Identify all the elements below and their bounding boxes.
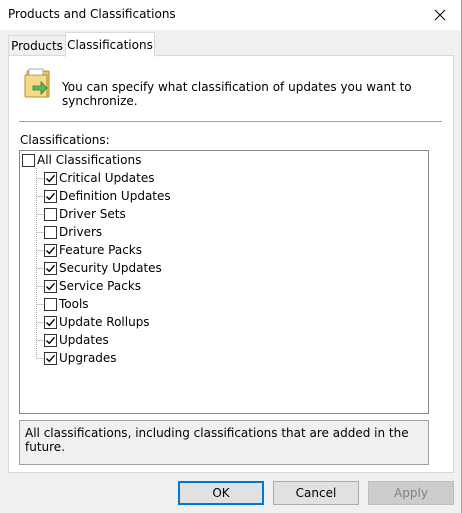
description-text: All classifications, including classific… xyxy=(25,426,409,454)
checkmark-icon xyxy=(46,354,56,362)
checkbox-drivers[interactable] xyxy=(44,225,57,239)
apply-button[interactable]: Apply xyxy=(368,481,454,505)
checkbox-tools[interactable] xyxy=(44,297,57,311)
tab-products-label: Products xyxy=(11,39,63,53)
tree-item-label: Critical Updates xyxy=(59,171,155,185)
tab-classifications[interactable]: Classifications xyxy=(65,32,155,57)
checkbox-all-classifications[interactable] xyxy=(22,153,35,167)
tree-item-label: Tools xyxy=(59,297,89,311)
checkbox-update-rollups[interactable] xyxy=(44,315,57,329)
checkbox-driver-sets[interactable] xyxy=(44,207,57,221)
checkmark-icon xyxy=(46,318,56,326)
cancel-button-label: Cancel xyxy=(295,486,337,500)
tree-root-row[interactable]: All Classifications xyxy=(22,151,141,169)
tree-item-label: Update Rollups xyxy=(59,315,150,329)
tree-item-definition-updates[interactable]: Definition Updates xyxy=(44,187,171,205)
checkmark-icon xyxy=(46,336,56,344)
tree-item-label: Updates xyxy=(59,333,109,347)
tree-item-update-rollups[interactable]: Update Rollups xyxy=(44,313,150,331)
checkmark-icon xyxy=(46,282,56,290)
tree-item-label: Security Updates xyxy=(59,261,162,275)
separator xyxy=(19,121,442,122)
checkmark-icon xyxy=(46,174,56,182)
tab-products[interactable]: Products xyxy=(8,35,66,56)
tree-root-label: All Classifications xyxy=(37,153,142,167)
cancel-button[interactable]: Cancel xyxy=(273,481,359,505)
checkbox-upgrades[interactable] xyxy=(44,351,57,365)
tree-item-critical-updates[interactable]: Critical Updates xyxy=(44,169,155,187)
checkmark-icon xyxy=(46,246,56,254)
intro-text: You can specify what classification of u… xyxy=(62,80,412,108)
checkbox-service-packs[interactable] xyxy=(44,279,57,293)
checkmark-icon xyxy=(46,192,56,200)
window-title: Products and Classifications xyxy=(8,7,176,21)
tree-item-tools[interactable]: Tools xyxy=(44,295,89,313)
ok-button[interactable]: OK xyxy=(178,481,264,505)
tree-item-drivers[interactable]: Drivers xyxy=(44,223,102,241)
tree-item-label: Driver Sets xyxy=(59,207,126,221)
tree-item-label: Definition Updates xyxy=(59,189,171,203)
title-bar: Products and Classifications xyxy=(0,0,461,30)
description-box: All classifications, including classific… xyxy=(19,420,429,465)
close-icon xyxy=(434,9,446,21)
checkbox-security-updates[interactable] xyxy=(44,261,57,275)
tree-item-service-packs[interactable]: Service Packs xyxy=(44,277,141,295)
dialog-window: Products and Classifications Products Cl… xyxy=(0,0,462,513)
tree-item-label: Service Packs xyxy=(59,279,142,293)
classifications-panel: You can specify what classification of u… xyxy=(8,55,454,473)
apply-button-label: Apply xyxy=(394,486,428,500)
tree-item-label: Upgrades xyxy=(59,351,117,365)
tab-classifications-label: Classifications xyxy=(67,38,153,52)
tree-item-driver-sets[interactable]: Driver Sets xyxy=(44,205,126,223)
checkbox-feature-packs[interactable] xyxy=(44,243,57,257)
checkmark-icon xyxy=(46,264,56,272)
checkbox-definition-updates[interactable] xyxy=(44,189,57,203)
checkbox-updates[interactable] xyxy=(44,333,57,347)
folder-sync-icon xyxy=(21,66,55,100)
tree-item-security-updates[interactable]: Security Updates xyxy=(44,259,162,277)
checkbox-critical-updates[interactable] xyxy=(44,171,57,185)
tree-item-feature-packs[interactable]: Feature Packs xyxy=(44,241,142,259)
tree-item-upgrades[interactable]: Upgrades xyxy=(44,349,117,367)
tree-item-label: Drivers xyxy=(59,225,103,239)
ok-button-label: OK xyxy=(212,486,230,500)
tab-strip: Products Classifications xyxy=(0,30,461,57)
classifications-tree[interactable]: All Classifications Critical Updates Def… xyxy=(19,150,429,414)
tree-item-label: Feature Packs xyxy=(59,243,143,257)
close-button[interactable] xyxy=(425,2,455,28)
tree-item-updates[interactable]: Updates xyxy=(44,331,109,349)
classifications-label: Classifications: xyxy=(20,133,110,147)
